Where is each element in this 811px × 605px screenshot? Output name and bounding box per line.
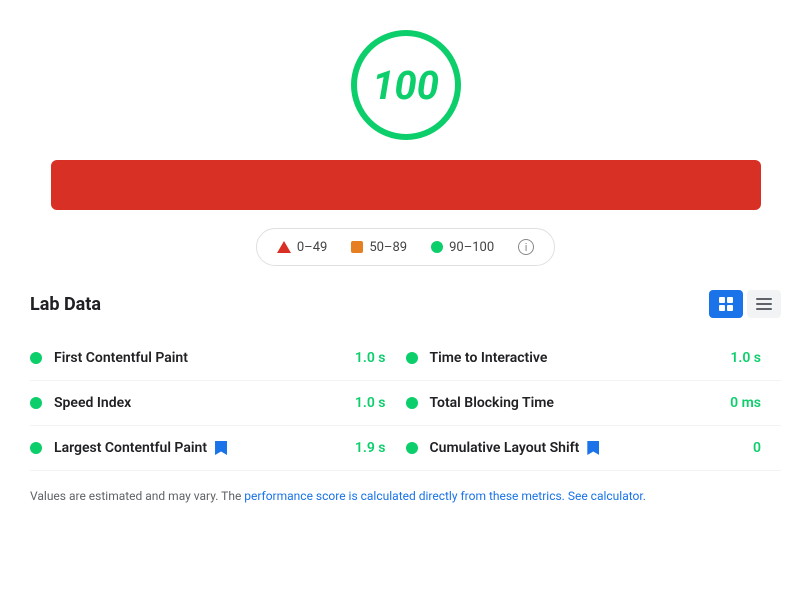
- metric-dot: [406, 352, 418, 364]
- good-icon: [431, 241, 443, 253]
- performance-score-link[interactable]: performance score is calculated directly…: [244, 489, 565, 503]
- poor-icon: [277, 241, 291, 253]
- footer-note: Values are estimated and may vary. The p…: [30, 487, 781, 506]
- metric-speed-index: Speed Index 1.0 s: [30, 381, 406, 426]
- metric-name: Time to Interactive: [430, 350, 731, 366]
- legend: 0–49 50–89 90–100 i: [256, 228, 555, 266]
- performance-bar: [51, 160, 761, 210]
- metrics-grid: First Contentful Paint 1.0 s Time to Int…: [30, 336, 781, 471]
- lab-data-title: Lab Data: [30, 294, 101, 315]
- grid-view-icon: [715, 293, 737, 315]
- metric-total-blocking-time: Total Blocking Time 0 ms: [406, 381, 782, 426]
- metric-dot: [30, 352, 42, 364]
- metric-name: First Contentful Paint: [54, 350, 355, 366]
- metric-dot: [406, 397, 418, 409]
- metric-value: 1.0 s: [730, 350, 781, 366]
- footer-text: Values are estimated and may vary. The: [30, 489, 244, 503]
- metric-dot: [30, 442, 42, 454]
- metric-name: Speed Index: [54, 395, 355, 411]
- metric-value: 1.0 s: [355, 350, 406, 366]
- metric-name: Cumulative Layout Shift: [430, 440, 732, 456]
- score-value: 100: [372, 62, 439, 109]
- metric-cumulative-layout-shift: Cumulative Layout Shift 0: [406, 426, 782, 471]
- metric-first-contentful-paint: First Contentful Paint 1.0 s: [30, 336, 406, 381]
- metric-largest-contentful-paint: Largest Contentful Paint 1.9 s: [30, 426, 406, 471]
- average-icon: [351, 241, 363, 253]
- metric-name: Total Blocking Time: [430, 395, 731, 411]
- grid-view-button[interactable]: [709, 290, 743, 318]
- bookmark-icon: [587, 441, 599, 455]
- good-range: 90–100: [449, 240, 494, 255]
- metric-dot: [406, 442, 418, 454]
- info-button[interactable]: i: [518, 239, 534, 255]
- calculator-link[interactable]: See calculator.: [568, 489, 646, 503]
- main-container: 100 0–49 50–89 90–100 i Lab Data: [0, 0, 811, 526]
- bookmark-icon: [215, 441, 227, 455]
- score-circle: 100: [351, 30, 461, 140]
- metric-dot: [30, 397, 42, 409]
- metric-value: 0: [731, 440, 781, 456]
- list-view-icon: [752, 294, 776, 314]
- metric-name: Largest Contentful Paint: [54, 440, 355, 456]
- legend-average: 50–89: [351, 240, 407, 255]
- metric-time-to-interactive: Time to Interactive 1.0 s: [406, 336, 782, 381]
- metric-value: 1.9 s: [355, 440, 406, 456]
- score-section: 100: [30, 20, 781, 160]
- lab-data-header: Lab Data: [30, 290, 781, 318]
- list-view-button[interactable]: [747, 290, 781, 318]
- metric-value: 0 ms: [730, 395, 781, 411]
- poor-range: 0–49: [297, 240, 327, 255]
- legend-poor: 0–49: [277, 240, 327, 255]
- average-range: 50–89: [369, 240, 407, 255]
- metric-value: 1.0 s: [355, 395, 406, 411]
- legend-good: 90–100: [431, 240, 494, 255]
- view-toggle: [709, 290, 781, 318]
